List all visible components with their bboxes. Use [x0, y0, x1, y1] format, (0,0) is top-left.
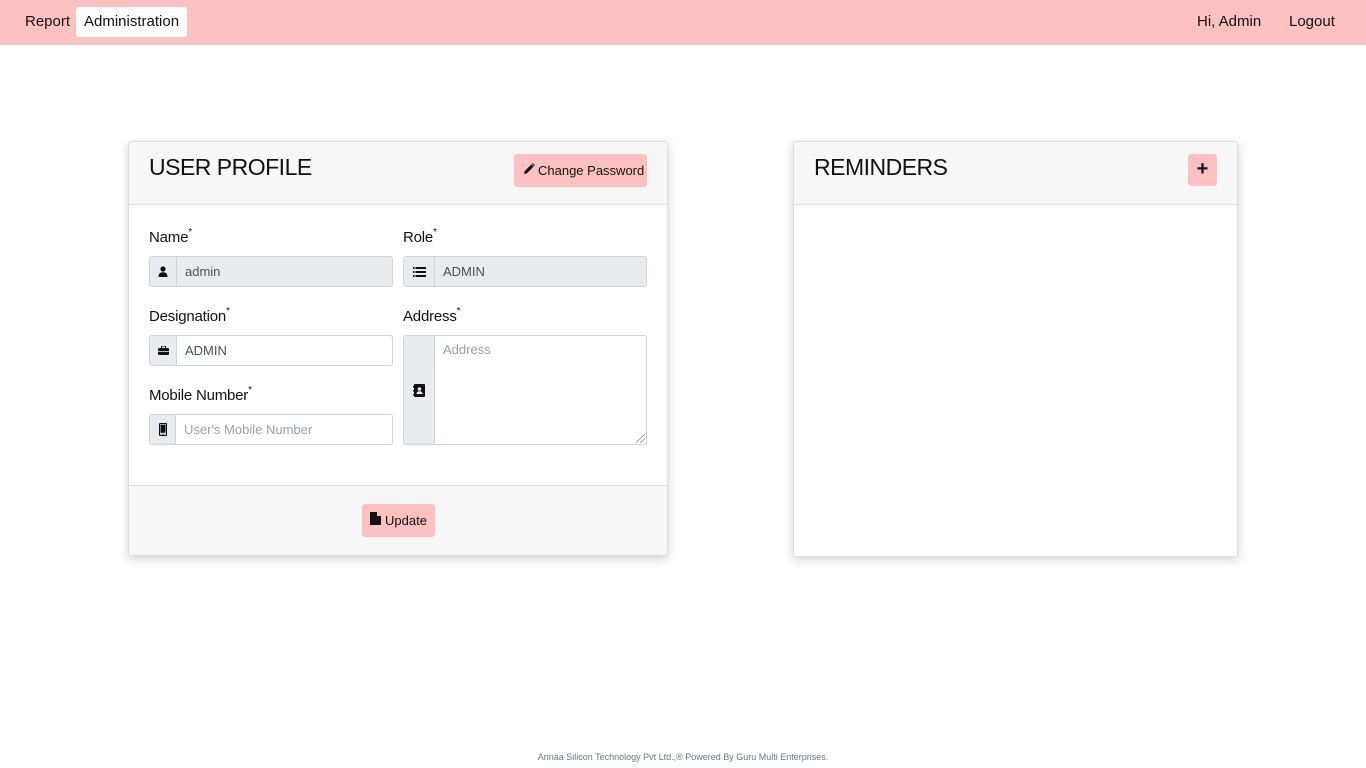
reminders-card: REMINDERS +: [793, 141, 1238, 557]
reminders-header: REMINDERS +: [794, 142, 1237, 205]
update-label: Update: [385, 513, 427, 528]
address-book-icon: [404, 336, 435, 444]
user-profile-card: USER PROFILE Change Password Name* admin…: [128, 141, 668, 556]
role-label: Role*: [403, 227, 437, 246]
user-icon: [150, 257, 177, 286]
file-icon: [370, 512, 381, 525]
role-field[interactable]: ADMIN: [435, 257, 646, 286]
user-profile-footer: Update: [129, 485, 667, 555]
top-navbar: Report Administration Hi, Admin Logout: [0, 0, 1366, 45]
name-input-group: admin: [149, 256, 393, 287]
user-profile-header: USER PROFILE Change Password: [129, 142, 667, 205]
address-label: Address*: [403, 306, 461, 325]
mobile-number-input-group: User's Mobile Number: [149, 414, 393, 445]
list-icon: [404, 257, 435, 286]
change-password-label: Change Password: [538, 163, 645, 178]
page-footer: Annaa Silicon Technology Pvt Ltd.,® Powe…: [537, 752, 829, 762]
mobile-phone-icon: [150, 415, 176, 444]
update-button[interactable]: Update: [362, 504, 435, 537]
address-input-group: Address: [403, 335, 647, 445]
nav-report-link[interactable]: Report: [17, 7, 78, 37]
designation-label: Designation*: [149, 306, 230, 325]
designation-input-group: ADMIN: [149, 335, 393, 366]
name-label: Name*: [149, 227, 192, 246]
add-reminder-button[interactable]: +: [1188, 154, 1217, 186]
resize-handle[interactable]: [636, 434, 645, 443]
mobile-number-label: Mobile Number*: [149, 385, 252, 404]
mobile-number-field[interactable]: User's Mobile Number: [176, 415, 392, 444]
name-field[interactable]: admin: [177, 257, 392, 286]
change-password-button[interactable]: Change Password: [514, 154, 647, 187]
logout-link[interactable]: Logout: [1281, 7, 1343, 37]
user-profile-title: USER PROFILE: [149, 154, 312, 180]
address-textarea[interactable]: Address: [435, 336, 646, 444]
nav-administration-link[interactable]: Administration: [76, 7, 188, 37]
role-input-group: ADMIN: [403, 256, 647, 287]
pencil-icon: [523, 163, 535, 175]
reminders-title: REMINDERS: [814, 154, 948, 180]
designation-field[interactable]: ADMIN: [177, 336, 392, 365]
user-greeting[interactable]: Hi, Admin: [1189, 7, 1269, 37]
briefcase-icon: [150, 336, 177, 365]
